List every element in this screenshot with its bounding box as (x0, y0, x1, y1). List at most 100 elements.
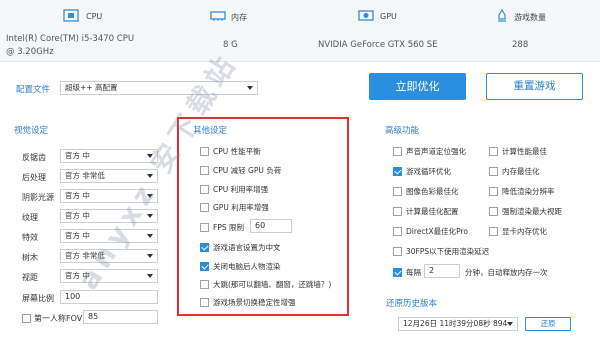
adv-checkbox[interactable] (489, 187, 498, 196)
restore-select-value: 12月26日 11时39分08秒 894 (403, 319, 508, 328)
other-checkbox[interactable] (200, 243, 209, 252)
restore-button[interactable]: 还原 (525, 317, 571, 331)
adv-item-label: 计算性能最佳 (502, 147, 547, 156)
view-row-select[interactable]: 官方 中 (60, 229, 158, 243)
games-value: 288 (512, 40, 529, 50)
chevron-down-icon (147, 214, 153, 218)
optimize-button[interactable]: 立即优化 (369, 73, 466, 100)
fps-checkbox[interactable] (200, 223, 209, 232)
other-item-label: 游戏语言设置为中文 (213, 243, 281, 252)
adv-item-label: 30FPS以下使用渲染延迟 (406, 247, 490, 256)
view-row-label: 阴影光源 (22, 193, 54, 202)
other-item-label: CPU 性能平衡 (213, 147, 261, 156)
view-row-select[interactable]: 官方 中 (60, 269, 158, 283)
rocket-icon (498, 9, 506, 22)
cpu-value-line1: Intel(R) Core(TM) i5-3470 CPU (6, 34, 135, 44)
adv-checkbox[interactable] (393, 247, 402, 256)
adv-item-label: 游戏循环优化 (406, 167, 451, 176)
chevron-down-icon (247, 86, 253, 90)
other-item-label: CPU 减轻 GPU 负荷 (213, 166, 282, 175)
other-checkbox[interactable] (200, 298, 209, 307)
other-checkbox[interactable] (200, 280, 209, 289)
auto-release-checkbox[interactable] (393, 268, 402, 277)
fov-input[interactable]: 85 (83, 310, 158, 324)
config-select[interactable]: 超级++ 高配置 (60, 81, 258, 95)
other-checkbox[interactable] (200, 203, 209, 212)
adv-item-label: 声音声道定位强化 (406, 147, 466, 156)
hardware-bar: CPU Intel(R) Core(TM) i5-3470 CPU @ 3.20… (0, 0, 600, 62)
cpu-label: CPU (86, 12, 103, 21)
adv-item-label: 内存最佳化 (502, 167, 540, 176)
view-row-label: 反锯齿 (22, 153, 46, 162)
view-row-label: 视距 (22, 273, 38, 282)
adv-checkbox[interactable] (489, 207, 498, 216)
view-row-value: 官方 中 (65, 191, 90, 200)
adv-checkbox[interactable] (393, 207, 402, 216)
other-item-label: 游戏场景切换稳定性增强 (213, 298, 296, 307)
view-row-value: 官方 中 (65, 271, 90, 280)
other-item-label: 大跳(那可以翻墙、翻窗，还跳墙？) (213, 280, 332, 289)
view-settings-title: 视觉设定 (14, 126, 49, 136)
view-row-select[interactable]: 官方 非常低 (60, 169, 158, 183)
chevron-down-icon (147, 174, 153, 178)
hw-memory: 内存 8 G (200, 0, 300, 62)
view-row-select[interactable]: 官方 中 (60, 189, 158, 203)
other-checkbox[interactable] (200, 147, 209, 156)
hw-games: 游戏数量 288 (460, 0, 600, 62)
adv-item-label: 图像色彩最佳化 (406, 187, 459, 196)
gpu-value: NVIDIA GeForce GTX 560 SE (318, 40, 438, 50)
fov-checkbox[interactable] (22, 314, 31, 323)
adv-checkbox[interactable] (393, 187, 402, 196)
fps-label: FPS 限制 (213, 223, 244, 232)
other-checkbox[interactable] (200, 262, 209, 271)
other-checkbox[interactable] (200, 166, 209, 175)
gpu-icon (358, 10, 374, 21)
ratio-label: 屏幕比例 (22, 294, 54, 303)
hw-cpu: CPU Intel(R) Core(TM) i5-3470 CPU @ 3.20… (0, 0, 200, 62)
adv-checkbox[interactable] (393, 167, 402, 176)
adv-item-label: 计算最佳化配置 (406, 207, 459, 216)
other-item-label: CPU 利用率增强 (213, 185, 269, 194)
config-select-value: 超级++ 高配置 (65, 83, 118, 92)
fov-label: 第一人称FOV (34, 314, 83, 323)
fps-input[interactable]: 60 (250, 219, 292, 233)
adv-checkbox[interactable] (393, 227, 402, 236)
every-minutes-input[interactable]: 2 (424, 264, 460, 278)
view-row-select[interactable]: 官方 非常低 (60, 249, 158, 263)
adv-item-label: 强制渲染最大视距 (502, 207, 562, 216)
every-suffix: 分钟，自动释放内存一次 (465, 268, 548, 277)
chevron-down-icon (147, 254, 153, 258)
chevron-down-icon (147, 234, 153, 238)
view-row-label: 特效 (22, 233, 38, 242)
chevron-down-icon (147, 154, 153, 158)
chevron-down-icon (507, 322, 513, 326)
games-label: 游戏数量 (514, 13, 546, 22)
adv-checkbox[interactable] (393, 147, 402, 156)
view-row-label: 后处理 (22, 173, 46, 182)
view-row-value: 官方 中 (65, 211, 90, 220)
gpu-label: GPU (380, 12, 397, 21)
reset-game-button[interactable]: 重置游戏 (486, 73, 583, 100)
cpu-icon (63, 9, 79, 22)
view-row-select[interactable]: 官方 中 (60, 209, 158, 223)
ratio-input[interactable]: 100 (60, 290, 158, 304)
other-settings-title: 其他设定 (193, 126, 228, 136)
memory-label: 内存 (231, 13, 247, 22)
view-row-value: 官方 中 (65, 151, 90, 160)
memory-icon (210, 11, 226, 21)
adv-item-label: 显卡内存优化 (502, 227, 547, 236)
memory-value: 8 G (223, 40, 238, 50)
restore-select[interactable]: 12月26日 11时39分08秒 894 (398, 317, 518, 331)
every-label: 每隔 (406, 268, 421, 277)
hw-gpu: GPU NVIDIA GeForce GTX 560 SE (300, 0, 460, 62)
adv-checkbox[interactable] (489, 167, 498, 176)
view-row-select[interactable]: 官方 中 (60, 149, 158, 163)
view-row-value: 官方 非常低 (65, 251, 105, 260)
adv-checkbox[interactable] (489, 147, 498, 156)
view-row-label: 树木 (22, 253, 38, 262)
adv-item-label: 降低渲染分辨率 (502, 187, 555, 196)
view-row-value: 官方 非常低 (65, 171, 105, 180)
restore-title: 还原历史版本 (386, 299, 438, 309)
other-checkbox[interactable] (200, 185, 209, 194)
adv-checkbox[interactable] (489, 227, 498, 236)
